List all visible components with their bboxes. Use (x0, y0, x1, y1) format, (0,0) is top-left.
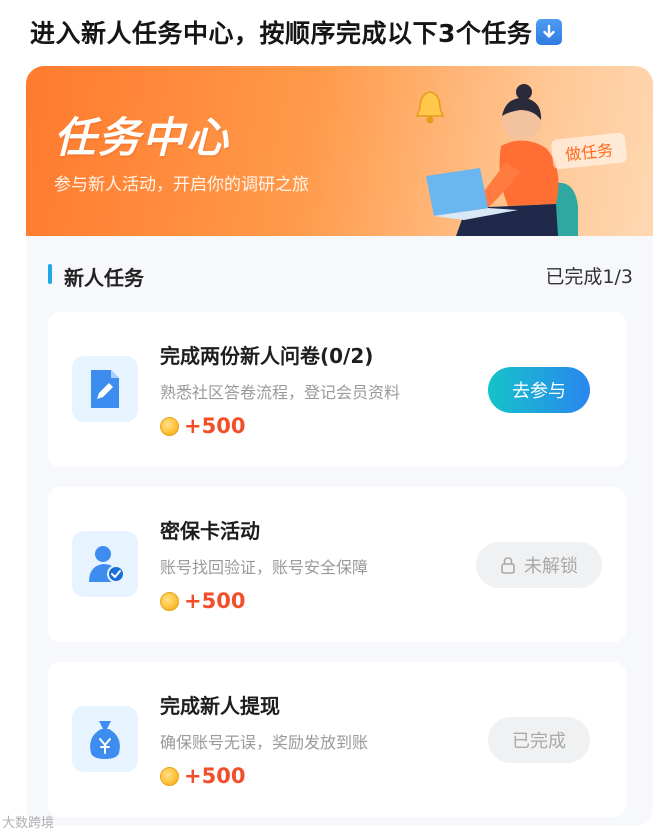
completed-button[interactable]: 已完成 (488, 717, 590, 763)
task-center-card: 任务中心 参与新人活动，开启你的调研之旅 做任务 新人任务 已完成1/3 完成两… (26, 66, 653, 826)
money-bag-icon (90, 721, 120, 759)
document-pen-icon (91, 370, 119, 408)
task-icon-box (72, 706, 138, 772)
coin-icon (160, 766, 179, 786)
watermark: 大数跨境 (2, 816, 55, 831)
task-center-banner: 任务中心 参与新人活动，开启你的调研之旅 做任务 (26, 66, 653, 236)
task-card-withdraw: 完成新人提现 确保账号无误，奖励发放到账 +500 已完成 (48, 662, 626, 817)
task-icon-box (72, 531, 138, 597)
task-description: 账号找回验证，账号安全保障 (160, 558, 369, 577)
reward-amount: +500 (184, 414, 246, 438)
task-reward: +500 (160, 587, 245, 615)
coin-icon (160, 591, 179, 611)
page-heading-text: 进入新人任务中心，按顺序完成以下3个任务 (30, 19, 533, 48)
coin-icon (160, 416, 179, 436)
task-icon-box (72, 356, 138, 422)
section-title: 新人任务 (64, 266, 144, 290)
reward-amount: +500 (184, 589, 246, 613)
down-arrow-icon (536, 19, 563, 45)
task-title: 密保卡活动 (160, 519, 260, 543)
section-accent-bar (48, 264, 52, 284)
task-description: 熟悉社区答卷流程，登记会员资料 (160, 383, 401, 402)
new-user-tasks-header: 新人任务 已完成1/3 (48, 262, 633, 290)
participate-button[interactable]: 去参与 (488, 367, 590, 413)
locked-button-label: 未解锁 (524, 556, 578, 577)
task-description: 确保账号无误，奖励发放到账 (160, 733, 369, 752)
do-task-button[interactable]: 做任务 (550, 132, 628, 170)
page-heading: 进入新人任务中心，按顺序完成以下3个任务 (30, 14, 563, 50)
task-card-survey: 完成两份新人问卷(0/2) 熟悉社区答卷流程，登记会员资料 +500 去参与 (48, 312, 626, 467)
user-check-icon (89, 546, 125, 583)
section-progress: 已完成1/3 (545, 266, 633, 288)
task-title: 完成新人提现 (160, 694, 280, 718)
reward-amount: +500 (184, 764, 246, 788)
banner-subtitle: 参与新人活动，开启你的调研之旅 (54, 175, 309, 195)
task-card-security: 密保卡活动 账号找回验证，账号安全保障 +500 未解锁 (48, 487, 626, 642)
task-reward: +500 (160, 412, 245, 440)
locked-button[interactable]: 未解锁 (476, 542, 602, 588)
lock-icon (500, 556, 516, 574)
task-reward: +500 (160, 762, 245, 790)
banner-title: 任务中心 (54, 113, 231, 162)
task-title: 完成两份新人问卷(0/2) (160, 344, 374, 368)
bell-icon (415, 91, 445, 124)
